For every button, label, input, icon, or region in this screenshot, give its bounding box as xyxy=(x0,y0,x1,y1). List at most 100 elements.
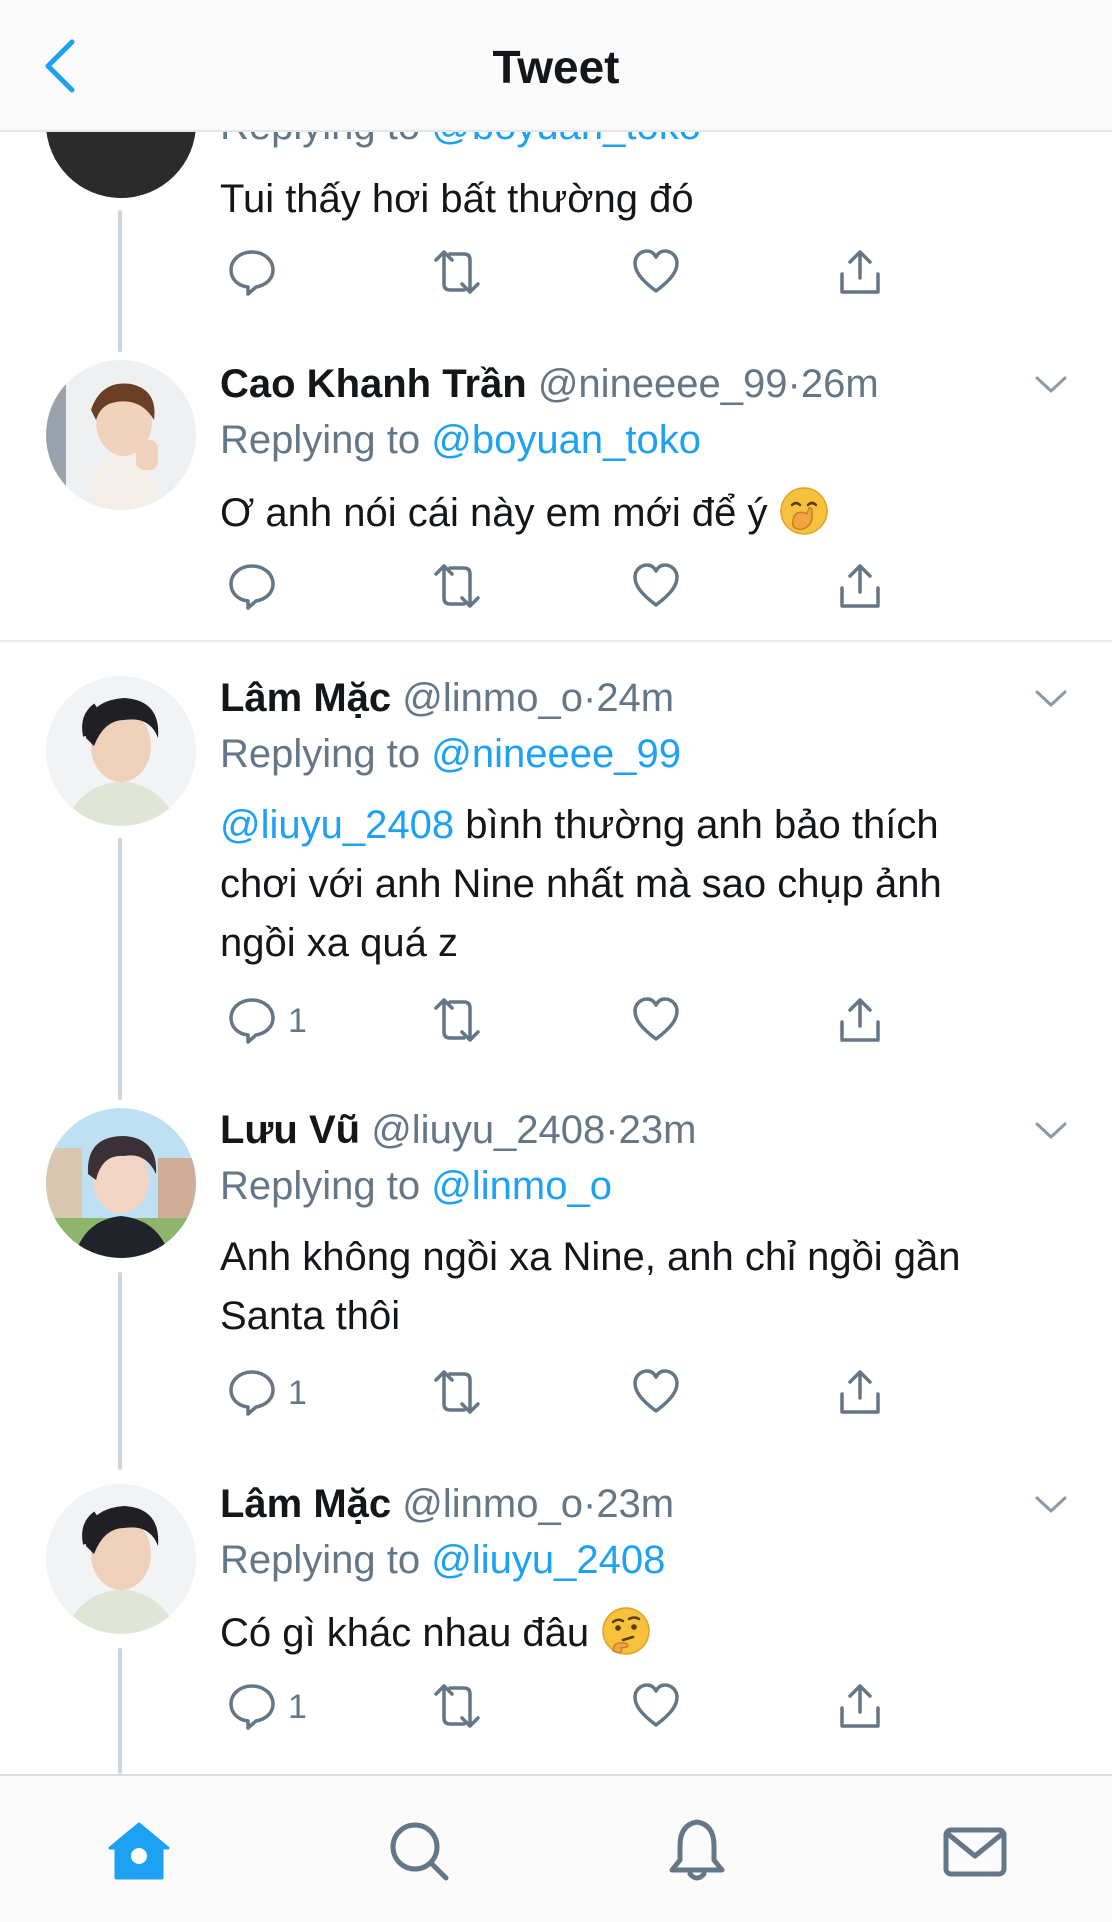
share-button[interactable] xyxy=(834,994,886,1054)
tweet-text-container: Ơ anh nói cái này em mới để ý xyxy=(220,484,1080,543)
separator: · xyxy=(582,1482,597,1526)
handle[interactable]: @linmo_o xyxy=(402,1482,583,1526)
timestamp[interactable]: 26m xyxy=(801,362,879,406)
chevron-down-icon xyxy=(1035,376,1067,393)
reply-button[interactable]: 1 xyxy=(226,1680,307,1740)
share-button[interactable] xyxy=(834,560,886,620)
timestamp[interactable]: 23m xyxy=(619,1108,697,1152)
avatar[interactable] xyxy=(46,676,196,826)
retweet-icon xyxy=(434,250,480,294)
tab-notifications[interactable] xyxy=(662,1816,732,1886)
display-name[interactable]: Lâm Mặc xyxy=(220,676,391,720)
share-button[interactable] xyxy=(834,1366,886,1426)
handle[interactable]: @linmo_o xyxy=(402,676,583,720)
tweet-text: Có gì khác nhau đâu xyxy=(220,1611,590,1655)
more-options-button[interactable] xyxy=(1034,1120,1068,1142)
replying-to-line: Replying to @liuyu_2408 xyxy=(220,1538,665,1583)
share-button[interactable] xyxy=(834,246,886,306)
reply-button[interactable]: 1 xyxy=(226,1366,307,1426)
heart-icon xyxy=(633,1683,679,1727)
display-name[interactable]: Lưu Vũ xyxy=(220,1108,360,1152)
chevron-down-icon xyxy=(1035,1122,1067,1139)
tab-bar xyxy=(0,1774,1112,1922)
tweet-header: Lưu Vũ @liuyu_2408·23m xyxy=(220,1108,696,1153)
tweet-text-line: Anh không ngồi xa Nine, anh chỉ ngồi gần xyxy=(220,1235,961,1279)
reply-icon xyxy=(229,998,275,1044)
more-options-button[interactable] xyxy=(1034,374,1068,396)
thread-line xyxy=(118,1272,122,1470)
share-icon xyxy=(840,564,880,608)
replying-to-label: Replying to xyxy=(220,1538,421,1582)
reply-button[interactable] xyxy=(226,246,278,306)
timestamp[interactable]: 24m xyxy=(596,676,674,720)
retweet-button[interactable] xyxy=(428,994,486,1054)
timestamp[interactable]: 23m xyxy=(596,1482,674,1526)
display-name[interactable]: Lâm Mặc xyxy=(220,1482,391,1526)
tweet-text-line: ngồi xa quá z xyxy=(220,921,458,965)
retweet-button[interactable] xyxy=(428,1366,486,1426)
like-button[interactable] xyxy=(630,994,682,1054)
replying-to-link[interactable]: @linmo_o xyxy=(431,1164,612,1208)
retweet-button[interactable] xyxy=(428,246,486,306)
tweet-actions: 1 xyxy=(220,994,900,1054)
tweet-text: Ơ anh nói cái này em mới để ý xyxy=(220,491,768,535)
like-button[interactable] xyxy=(630,560,682,620)
tab-messages[interactable] xyxy=(940,1816,1010,1886)
tweet-actions xyxy=(220,246,900,306)
home-icon xyxy=(108,1822,170,1880)
face-with-hand-over-mouth-emoji xyxy=(780,487,829,535)
tweet-actions: 1 xyxy=(220,1680,900,1740)
separator: · xyxy=(605,1108,619,1152)
share-button[interactable] xyxy=(834,1680,886,1740)
more-options-button[interactable] xyxy=(1034,1494,1068,1516)
avatar[interactable] xyxy=(46,360,196,510)
share-icon xyxy=(840,998,880,1042)
reply-button[interactable] xyxy=(226,560,278,620)
replying-to-line: Replying to @boyuan_toko xyxy=(220,418,701,463)
retweet-icon xyxy=(434,998,480,1042)
reply-icon xyxy=(229,1370,275,1416)
thread-line xyxy=(118,210,122,352)
tweet-text-container: Có gì khác nhau đâu xyxy=(220,1604,1080,1663)
heart-icon xyxy=(633,563,679,607)
reply-count: 1 xyxy=(288,1374,307,1412)
heart-icon xyxy=(633,997,679,1041)
replying-to-label: Replying to xyxy=(220,732,421,776)
avatar[interactable] xyxy=(46,1484,196,1634)
share-icon xyxy=(840,250,880,294)
page-title: Tweet xyxy=(492,41,620,93)
tab-search[interactable] xyxy=(384,1816,454,1886)
handle[interactable]: @liuyu_2408 xyxy=(371,1108,605,1152)
reply-button[interactable]: 1 xyxy=(226,994,307,1054)
separator: · xyxy=(787,362,801,406)
chevron-down-icon xyxy=(1035,690,1067,707)
heart-icon xyxy=(633,249,679,293)
retweet-button[interactable] xyxy=(428,560,486,620)
reply-count: 1 xyxy=(288,1002,307,1040)
replying-to-label: Replying to xyxy=(220,1164,421,1208)
replying-to-link[interactable]: @liuyu_2408 xyxy=(431,1538,665,1582)
tweet-text-line: Santa thôi xyxy=(220,1294,401,1338)
thread-line xyxy=(118,838,122,1100)
retweet-button[interactable] xyxy=(428,1680,486,1740)
more-options-button[interactable] xyxy=(1034,688,1068,710)
tweet-actions: 1 xyxy=(220,1366,900,1426)
like-button[interactable] xyxy=(630,246,682,306)
reply-icon xyxy=(229,564,275,610)
tab-home[interactable] xyxy=(104,1816,174,1886)
tweet-text: Tui thấy hơi bất thường đó xyxy=(220,177,694,221)
avatar[interactable] xyxy=(46,1108,196,1258)
mention-link[interactable]: @liuyu_2408 xyxy=(220,803,454,847)
retweet-icon xyxy=(434,1684,480,1728)
handle[interactable]: @nineeee_99 xyxy=(538,362,788,406)
thread-line xyxy=(118,1648,122,1774)
replying-to-link[interactable]: @nineeee_99 xyxy=(431,732,681,776)
retweet-icon xyxy=(434,1370,480,1414)
like-button[interactable] xyxy=(630,1680,682,1740)
reply-icon xyxy=(229,250,275,296)
like-button[interactable] xyxy=(630,1366,682,1426)
search-icon xyxy=(390,1822,449,1881)
display-name[interactable]: Cao Khanh Trần xyxy=(220,362,527,406)
messages-icon xyxy=(943,1827,1007,1877)
replying-to-link[interactable]: @boyuan_toko xyxy=(431,418,701,462)
